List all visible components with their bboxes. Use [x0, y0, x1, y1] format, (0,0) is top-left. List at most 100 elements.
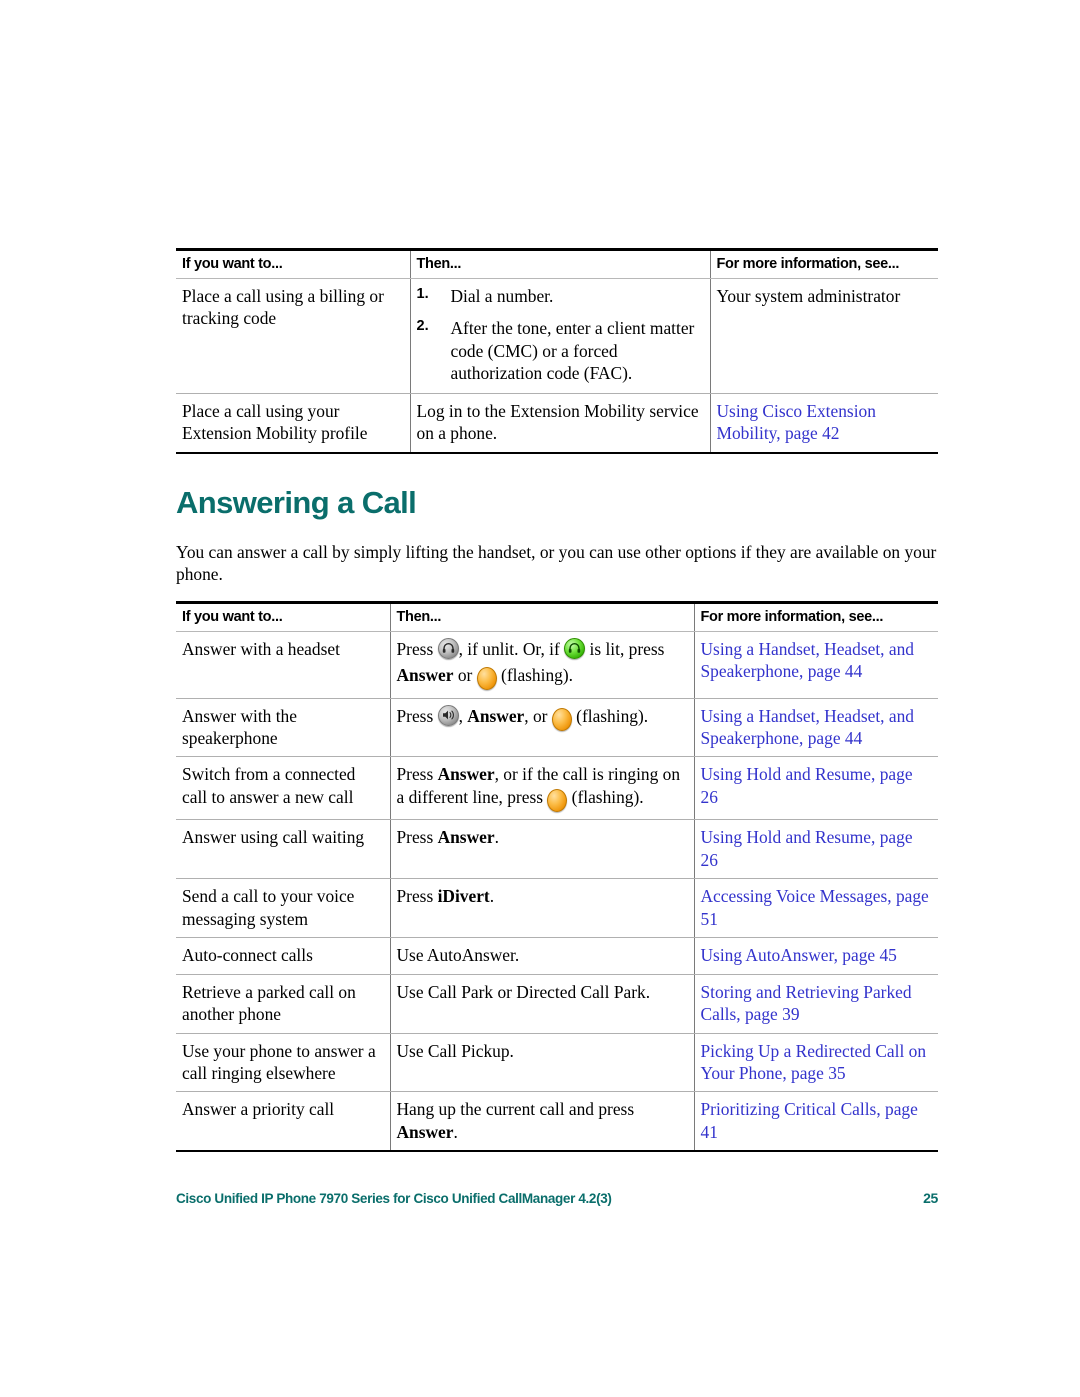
cell-then: Use AutoAnswer. [389, 937, 694, 975]
cell-want: Switch from a connected call to answer a… [176, 756, 390, 821]
table-row: Retrieve a parked call on another phone U… [176, 974, 938, 1034]
cell-then: Log in to the Extension Mobility service… [409, 393, 710, 454]
column-header-then: Then... [409, 248, 710, 279]
cross-reference-link[interactable]: Using a Handset, Headset, and Speakerpho… [701, 639, 914, 681]
cell-info: Storing and Retrieving Parked Calls, pag… [693, 974, 938, 1034]
line-button-flashing-icon [551, 707, 572, 731]
page-title: Answering a Call [176, 484, 417, 520]
cross-reference-link[interactable]: Prioritizing Critical Calls, page 41 [701, 1099, 918, 1141]
instruction-text: Press [396, 827, 438, 848]
instruction-text: , [458, 705, 468, 726]
step-text: After the tone, enter a client matter co… [450, 318, 695, 384]
cross-reference-link[interactable]: Using Hold and Resume, page 26 [701, 764, 913, 806]
step-number: 1. [416, 286, 429, 302]
softkey-label: iDivert [437, 886, 490, 907]
cross-reference-link[interactable]: Using Cisco Extension Mobility, page 42 [717, 401, 876, 443]
cell-want: Use your phone to answer a call ringing … [176, 1033, 390, 1093]
numbered-steps: 1. Dial a number. 2. After the tone, ent… [417, 285, 702, 385]
cell-info: Accessing Voice Messages, page 51 [693, 878, 938, 939]
instruction-text: Use AutoAnswer. [396, 945, 520, 966]
round-button-body [564, 637, 586, 659]
table-row: Place a call using a billing or tracking… [176, 278, 938, 394]
softkey-label: Answer [396, 665, 454, 686]
instruction-text: (flashing). [567, 786, 644, 807]
cross-reference-link[interactable]: Using a Handset, Headset, and Speakerpho… [701, 706, 914, 748]
placing-calls-table: If you want to... Then... For more infor… [176, 248, 938, 454]
page-footer: Cisco Unified IP Phone 7970 Series for C… [176, 1190, 938, 1206]
instruction-text: . [489, 886, 495, 907]
headset-button-lit-icon [564, 637, 586, 664]
table-row: Answer a priority call Hang up the curren… [176, 1091, 938, 1153]
cell-then: Hang up the current call and press Answe… [389, 1091, 694, 1153]
table-row: Use your phone to answer a call ringing … [176, 1033, 938, 1093]
instruction-text: Press [396, 764, 438, 785]
line-button-flashing-icon [547, 788, 568, 812]
cell-then: Use Call Park or Directed Call Park. [389, 974, 694, 1034]
table-row: Place a call using your Extension Mobili… [176, 393, 938, 454]
instruction-text: Press [396, 638, 438, 659]
cell-info: Using a Handset, Headset, and Speakerpho… [693, 631, 938, 699]
cell-info: Using Hold and Resume, page 26 [693, 819, 938, 880]
cross-reference-link[interactable]: Picking Up a Redirected Call on Your Pho… [701, 1041, 927, 1083]
cell-info: Using a Handset, Headset, and Speakerpho… [693, 698, 938, 758]
cell-want: Answer a priority call [176, 1091, 390, 1153]
column-header-if-you-want-to: If you want to... [176, 248, 410, 279]
line-button-oval [551, 707, 572, 731]
column-header-if-you-want-to: If you want to... [176, 600, 390, 632]
speakerphone-button-icon [437, 704, 459, 731]
button-glyph [565, 639, 584, 658]
cell-info: Your system administrator [709, 278, 938, 394]
cross-reference-link[interactable]: Storing and Retrieving Parked Calls, pag… [701, 982, 912, 1024]
softkey-label: Answer [437, 827, 495, 848]
step-number: 2. [416, 318, 429, 335]
cross-reference-link[interactable]: Using Hold and Resume, page 26 [701, 827, 913, 869]
line-button-oval [476, 667, 497, 691]
round-button-body [437, 637, 459, 659]
document-page: If you want to... Then... For more infor… [0, 0, 1080, 1397]
instruction-text: Use Call Pickup. [396, 1040, 514, 1061]
softkey-label: Answer [467, 705, 525, 726]
cell-info: Using Hold and Resume, page 26 [693, 756, 938, 821]
instruction-text: . [453, 1121, 458, 1142]
cell-then: 1. Dial a number. 2. After the tone, ent… [409, 278, 710, 394]
cell-info: Picking Up a Redirected Call on Your Pho… [693, 1033, 938, 1093]
button-glyph [439, 706, 458, 725]
cell-want: Place a call using your Extension Mobili… [176, 393, 410, 454]
column-header-for-more-information: For more information, see... [709, 248, 938, 279]
line-button-flashing-icon [476, 667, 497, 691]
table-header-row: If you want to... Then... For more infor… [176, 600, 938, 632]
instruction-text: , if unlit. Or, if [458, 638, 565, 659]
cell-then: Press Answer. [389, 819, 694, 880]
table-row: Answer using call waiting Press Answer. Us… [176, 819, 938, 880]
instruction-text: (flashing). [496, 665, 573, 686]
list-item: 1. Dial a number. [417, 285, 702, 307]
cross-reference-link[interactable]: Accessing Voice Messages, page 51 [701, 886, 929, 928]
instruction-text: Use Call Park or Directed Call Park. [396, 981, 651, 1002]
table-row: Answer with the speakerphone Press , Answ… [176, 698, 938, 758]
footer-page-number: 25 [923, 1190, 938, 1206]
softkey-label: Answer [437, 764, 495, 785]
cell-then: Press , Answer, or (flashing). [389, 698, 694, 758]
answer-table-head: If you want to... Then... For more infor… [176, 600, 938, 632]
cell-info: Using Cisco Extension Mobility, page 42 [709, 393, 938, 454]
answering-a-call-table: If you want to... Then... For more infor… [176, 600, 938, 1153]
instruction-text: Press [396, 886, 438, 907]
table-row: Send a call to your voice messaging syst… [176, 878, 938, 939]
step-text: Dial a number. [450, 286, 554, 306]
softkey-label: Answer [396, 1121, 454, 1142]
instruction-text: or [453, 665, 477, 686]
cross-reference-link[interactable]: Using AutoAnswer, page 45 [701, 945, 897, 965]
table-row: Auto-connect calls Use AutoAnswer. Using A… [176, 937, 938, 975]
cell-want: Send a call to your voice messaging syst… [176, 878, 390, 939]
instruction-text: is lit, press [585, 638, 665, 659]
cell-want: Retrieve a parked call on another phone [176, 974, 390, 1034]
cell-info: Prioritizing Critical Calls, page 41 [693, 1091, 938, 1153]
instruction-text: , or [524, 705, 552, 726]
column-header-then: Then... [389, 600, 694, 632]
cell-then: Press , if unlit. Or, if is lit, press A… [389, 631, 694, 699]
cell-want: Place a call using a billing or tracking… [176, 278, 410, 394]
list-item: 2. After the tone, enter a client matter… [417, 317, 702, 384]
instruction-text: (flashing). [571, 705, 649, 726]
cell-want: Answer using call waiting [176, 819, 390, 880]
button-glyph [439, 639, 458, 658]
